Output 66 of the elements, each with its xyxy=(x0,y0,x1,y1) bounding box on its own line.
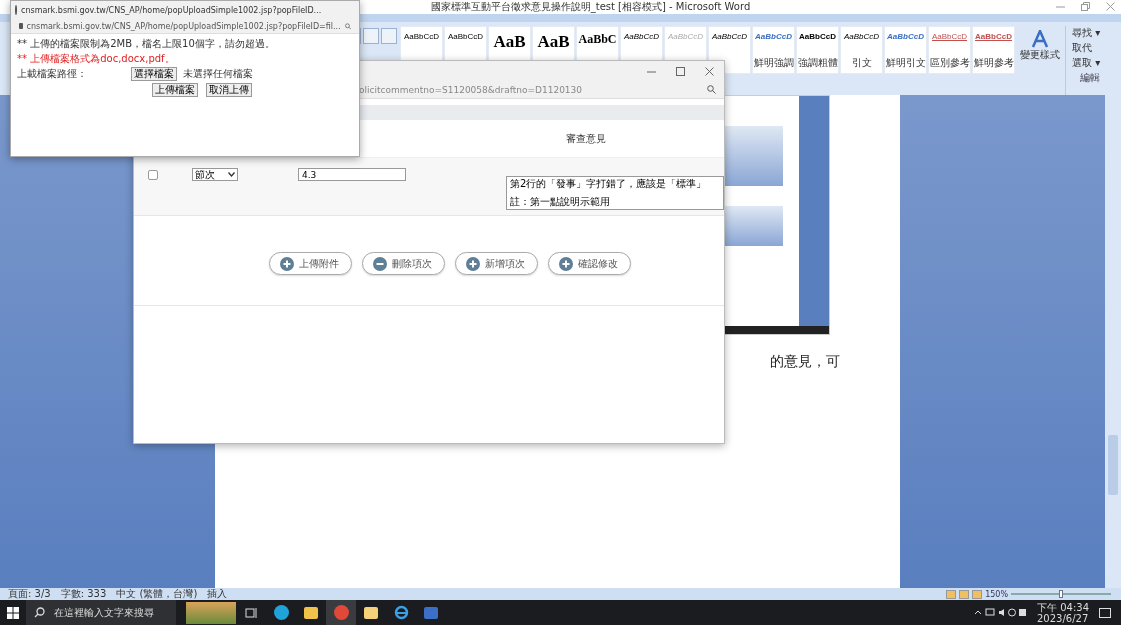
choose-file-button[interactable]: 選擇檔案 xyxy=(131,67,177,81)
group-label: 編輯 xyxy=(1079,71,1101,85)
plus-icon xyxy=(466,256,480,271)
editing-command[interactable]: 取代 xyxy=(1072,41,1101,55)
tray-icons[interactable] xyxy=(975,608,1027,617)
window-title: 國家標準互動平台徵求意見操作說明_test [相容模式] - Microsoft Word xyxy=(430,0,751,14)
browser-icon[interactable] xyxy=(393,605,409,620)
landscape-image xyxy=(186,601,236,624)
folder-icon[interactable] xyxy=(304,606,318,619)
number-field[interactable]: 4.3 xyxy=(298,168,406,181)
file-status: 未選擇任何檔案 xyxy=(183,67,253,81)
upload-action-button[interactable]: 取消上傳 xyxy=(206,83,252,97)
browser-icon[interactable] xyxy=(333,605,349,620)
column-header: 審查意見 xyxy=(566,131,606,146)
styles-icon xyxy=(1030,30,1050,48)
plus-icon xyxy=(559,256,573,271)
action-button[interactable]: 刪除項次 xyxy=(362,252,445,275)
windows-icon[interactable] xyxy=(7,606,19,619)
restore-icon[interactable] xyxy=(1081,2,1090,11)
style-option[interactable]: AaBbCcD 鮮明參考 xyxy=(972,26,1015,74)
style-option[interactable]: AaBbCcD 區別參考 xyxy=(928,26,971,74)
task-view-icon[interactable] xyxy=(244,606,258,619)
zoom-level[interactable]: 150% xyxy=(985,589,1008,599)
action-button[interactable]: 新增項次 xyxy=(455,252,538,275)
clock-time: 下午 04:34 xyxy=(1037,601,1089,613)
search-icon[interactable] xyxy=(707,85,716,94)
close-icon[interactable] xyxy=(705,66,714,76)
style-option[interactable]: AaBbCcD 鮮明引文 xyxy=(884,26,927,74)
search-field[interactable]: 在這裡輸入文字來搜尋 xyxy=(50,600,176,625)
zoom-slider-thumb[interactable] xyxy=(1059,590,1063,598)
status-text: 字數: 333 xyxy=(60,587,107,601)
change-styles-button[interactable]: 變更樣式 xyxy=(1018,26,1062,95)
status-text: 頁面: 3/3 xyxy=(8,587,51,601)
browser-icon[interactable] xyxy=(273,605,289,620)
maximize-icon[interactable] xyxy=(676,66,685,76)
status-text: 中文 (繁體，台灣) xyxy=(116,587,198,601)
action-button[interactable]: 上傳附件 xyxy=(269,252,352,275)
checkbox[interactable] xyxy=(148,170,158,180)
close-icon[interactable] xyxy=(1106,2,1115,11)
document-icon[interactable] xyxy=(424,606,438,619)
status-text: 插入 xyxy=(207,587,228,601)
minus-icon xyxy=(373,256,387,271)
window-title: cnsmark.bsmi.gov.tw/CNS_AP/home/popUploadSimple1002.jsp?popFileID... xyxy=(21,5,322,15)
view-icon[interactable] xyxy=(959,589,970,599)
style-option[interactable]: AaBbCcD 鮮明強調 xyxy=(752,26,795,74)
lock-icon xyxy=(19,23,23,29)
action-button[interactable]: 確認修改 xyxy=(548,252,631,275)
style-option[interactable]: AaBbCcD 引文 xyxy=(840,26,883,74)
section-dropdown[interactable]: 節次 xyxy=(192,168,238,181)
style-option[interactable]: AaBbCcD 強調粗體 xyxy=(796,26,839,74)
editing-command[interactable]: 選取 ▾ xyxy=(1072,56,1101,70)
editing-command[interactable]: 尋找 ▾ xyxy=(1072,26,1101,40)
view-icon[interactable] xyxy=(946,589,957,599)
view-icon[interactable] xyxy=(972,589,983,599)
folder-icon[interactable] xyxy=(364,606,378,619)
comment-field[interactable]: 第2行的「發事」字打錯了，應該是「標準」 註：第一點說明示範用 xyxy=(506,176,724,210)
upload-action-button[interactable]: 上傳檔案 xyxy=(152,83,198,97)
clock-date: 2023/6/27 xyxy=(1037,612,1089,624)
field-label: 上載檔案路徑： xyxy=(17,67,87,81)
caret-icon xyxy=(228,172,235,177)
notice-text: ** 上傳檔案格式為doc,docx,pdf。 xyxy=(17,52,176,66)
document-text: 的意見，可 xyxy=(770,353,841,371)
search-icon[interactable] xyxy=(26,600,50,625)
notification-icon[interactable] xyxy=(1099,607,1111,618)
notice-text: ** 上傳的檔案限制為2MB，檔名上限10個字，請勿超過。 xyxy=(17,37,276,51)
plus-icon xyxy=(280,256,294,271)
